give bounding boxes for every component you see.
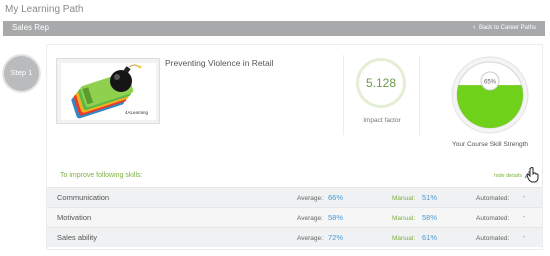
step-label: Step 1 [10,68,33,77]
table-row: Sales ability Average: 72% Manual: 61% A… [47,227,542,247]
hide-details-link[interactable]: hide details [494,173,522,179]
step-badge: Step 1 [4,56,39,91]
impact-factor-circle: 5.128 [356,58,406,108]
chevron-left-icon: ‹ [472,24,476,31]
automated-value: - [523,214,526,221]
manual-label: Manual: [392,215,416,222]
skill-strength-label: Your Course Skill Strength [452,141,528,148]
manual-label: Manual: [392,195,416,202]
impact-factor-label: Impact factor [363,117,401,124]
skill-name: Motivation [57,213,92,222]
role-bar: Sales Rep ‹ Back to Career Paths [3,21,545,36]
skills-table: Communication Average: 66% Manual: 51% A… [47,187,542,247]
impact-factor-value: 5.128 [365,76,397,90]
automated-label: Automated: [476,235,510,242]
average-label: Average: [297,195,323,202]
skill-name: Communication [57,193,110,202]
skill-name: Sales ability [57,233,98,242]
back-to-career-paths-link[interactable]: ‹ Back to Career Paths [473,24,536,31]
thumbnail-caption: 4ALearning [124,110,148,115]
automated-value: - [523,194,526,201]
average-label: Average: [297,235,323,242]
course-title[interactable]: Preventing Violence in Retail [165,58,274,68]
average-value: 72% [328,233,344,242]
course-thumbnail[interactable]: 4ALearning [56,58,160,124]
skill-strength-gauge: 65% Your Course Skill Strength [429,55,539,155]
page-title: My Learning Path [5,4,84,15]
skill-strength-percent: 65% [484,80,497,86]
hand-pointer-icon [526,167,539,183]
table-row: Communication Average: 66% Manual: 51% A… [47,187,542,207]
manual-value: 51% [422,193,438,202]
automated-label: Automated: [476,215,510,222]
skills-heading: To improve following skills: [60,172,143,179]
role-title: Sales Rep [12,23,49,32]
manual-label: Manual: [392,235,416,242]
course-card: 4ALearning Preventing Violence in Retail… [46,44,543,250]
skill-strength-gauge-graphic: 65% [451,56,529,134]
automated-label: Automated: [476,195,510,202]
automated-value: - [523,234,526,241]
divider [419,55,420,135]
average-value: 66% [328,193,344,202]
divider [343,55,344,135]
back-link-label: Back to Career Paths [478,25,536,31]
table-row: Motivation Average: 58% Manual: 58% Auto… [47,207,542,227]
average-label: Average: [297,215,323,222]
average-value: 58% [328,213,344,222]
impact-factor: 5.128 Impact factor [356,58,426,138]
manual-value: 61% [422,233,438,242]
manual-value: 58% [422,213,438,222]
